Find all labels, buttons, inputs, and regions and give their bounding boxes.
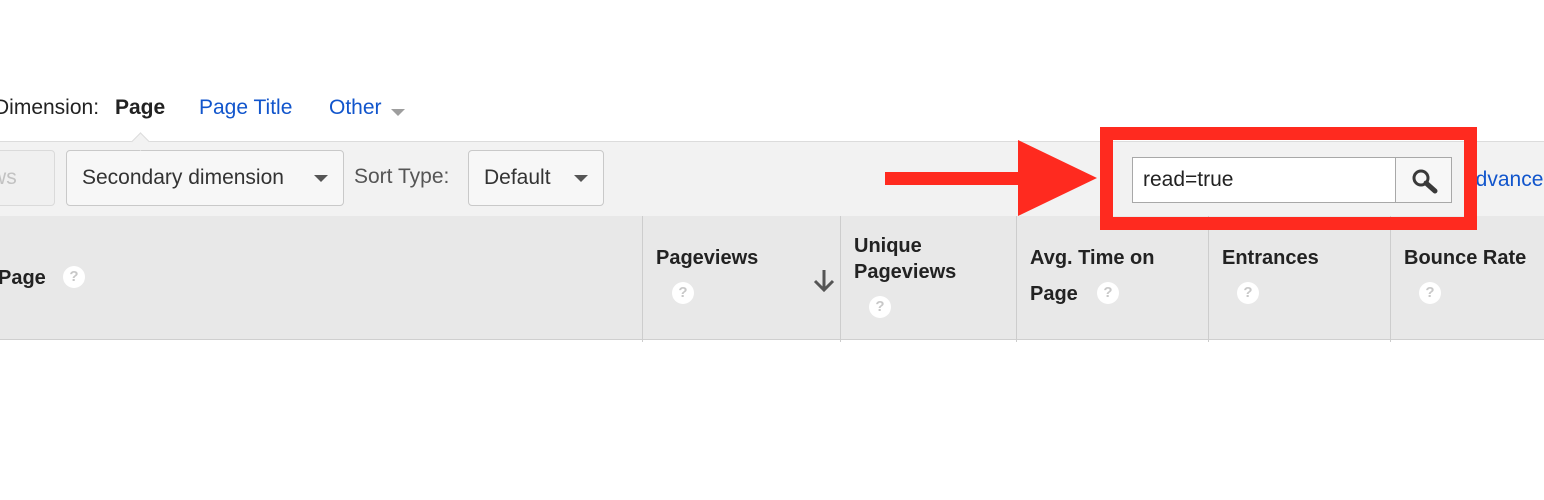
secondary-dimension-label: Secondary dimension [82, 166, 284, 189]
column-divider [1016, 216, 1017, 342]
chevron-down-icon [574, 175, 588, 182]
chevron-down-icon [314, 175, 328, 182]
column-header-avg-time-line1[interactable]: Avg. Time on [1030, 245, 1154, 271]
sort-type-label: Sort Type: [354, 165, 450, 188]
column-header-entrances[interactable]: Entrances [1222, 245, 1319, 271]
help-icon[interactable]: ? [1419, 282, 1441, 304]
arrow-down-icon[interactable] [812, 268, 836, 294]
column-divider [840, 216, 841, 342]
column-header-page[interactable]: Page [0, 265, 46, 291]
help-icon[interactable]: ? [672, 282, 694, 304]
column-header-pageviews[interactable]: Pageviews [656, 245, 758, 271]
table-search-input[interactable] [1132, 157, 1396, 203]
chevron-down-icon[interactable] [391, 109, 405, 116]
dimension-label: Dimension: [0, 96, 100, 119]
column-header-bounce-rate[interactable]: Bounce Rate [1404, 245, 1526, 271]
help-icon[interactable]: ? [1237, 282, 1259, 304]
column-header-avg-time-line2[interactable]: Page [1030, 281, 1078, 307]
dimension-page-active[interactable]: Page [115, 96, 165, 120]
column-divider [1390, 216, 1391, 342]
column-divider [1208, 216, 1209, 342]
analytics-report-page: Dimension: Page Page Title Other Show ro… [0, 0, 1544, 500]
column-header-unique-pageviews-line2[interactable]: Pageviews [854, 259, 956, 285]
search-icon [1412, 169, 1438, 194]
table-header: Page ? Pageviews ? Unique Pageviews ? Av… [0, 216, 1544, 342]
plot-rows-button[interactable]: Show rows [0, 150, 55, 206]
dimension-page-title-link[interactable]: Page Title [199, 96, 292, 120]
help-icon[interactable]: ? [1097, 282, 1119, 304]
column-divider [642, 216, 643, 342]
advanced-filter-link[interactable]: advanced [1464, 168, 1544, 192]
column-header-unique-pageviews-line1[interactable]: Unique [854, 233, 922, 259]
sort-type-value: Default [484, 166, 551, 189]
secondary-dimension-dropdown[interactable]: Secondary dimension [66, 150, 344, 206]
dimension-other-link[interactable]: Other [329, 96, 382, 120]
search-button[interactable] [1395, 157, 1452, 203]
help-icon[interactable]: ? [869, 296, 891, 318]
report-toolbar: Show rows Secondary dimension Sort Type:… [0, 141, 1544, 217]
help-icon[interactable]: ? [63, 266, 85, 288]
sort-type-dropdown[interactable]: Default [468, 150, 604, 206]
